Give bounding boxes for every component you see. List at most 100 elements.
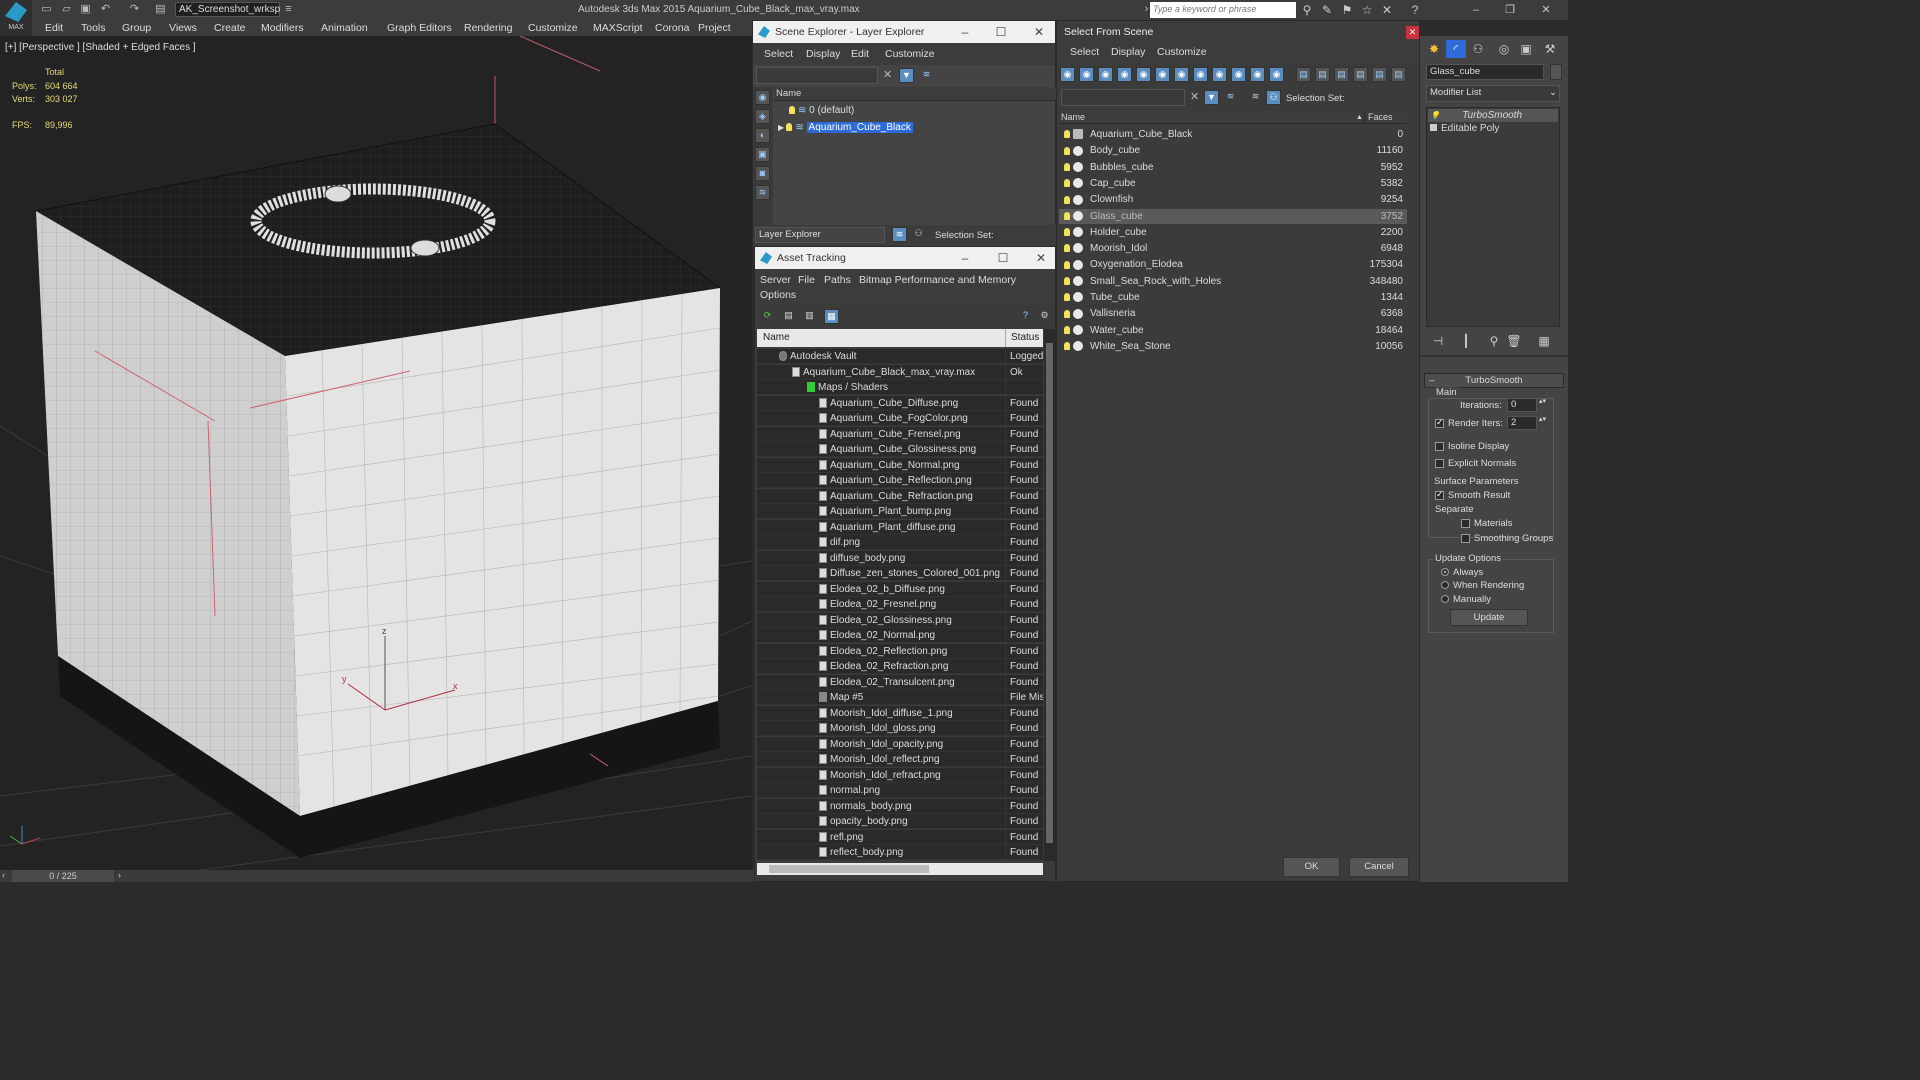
filter-select-all-icon[interactable]: ▤ <box>1296 67 1311 82</box>
filter-icon[interactable]: ▼ <box>899 68 914 83</box>
explorer-type-dropdown[interactable]: Layer Explorer <box>755 227 885 243</box>
search-input[interactable]: Type a keyword or phrase <box>1150 2 1296 18</box>
filter-containers-icon[interactable]: ◉ <box>1231 67 1246 82</box>
scene-explorer-titlebar[interactable]: Scene Explorer - Layer Explorer – ☐ ✕ <box>753 21 1055 43</box>
time-slider[interactable]: 0 / 225 <box>12 870 114 882</box>
perspective-viewport[interactable]: z x y [+] [Perspective ] [Shaded + Edged… <box>0 36 752 870</box>
asset-row[interactable]: refl.png Found <box>757 829 1043 845</box>
favorites-star-icon[interactable]: ☆ <box>1360 3 1374 17</box>
minimize-icon[interactable]: – <box>1462 2 1490 18</box>
lightbulb-icon[interactable] <box>786 123 793 132</box>
scene-object-row[interactable]: Moorish_Idol 6948 <box>1059 241 1407 256</box>
scene-object-row[interactable]: White_Sea_Stone 10056 <box>1059 339 1407 354</box>
asset-row[interactable]: diffuse_body.png Found <box>757 550 1043 566</box>
menu-modifiers[interactable]: Modifiers <box>261 22 304 34</box>
lightbulb-icon[interactable] <box>1064 211 1070 220</box>
lightbulb-icon[interactable] <box>1064 293 1070 302</box>
at-menu-server[interactable]: Server <box>760 274 791 286</box>
asset-row[interactable]: Aquarium_Cube_Frensel.png Found <box>757 426 1043 442</box>
remove-modifier-icon[interactable]: 🗑 <box>1504 332 1524 350</box>
filter-cameras-icon[interactable]: ◉ <box>1117 67 1132 82</box>
open-file-icon[interactable]: ▱ <box>60 3 73 16</box>
filter-geometry-icon[interactable]: ◉ <box>1060 67 1075 82</box>
scene-object-row[interactable]: Vallisneria 6368 <box>1059 306 1407 321</box>
asset-row[interactable]: Aquarium_Plant_bump.png Found <box>757 504 1043 519</box>
display-helpers-icon[interactable]: ◙ <box>755 166 770 181</box>
manually-radio[interactable] <box>1441 595 1449 604</box>
display-cameras-icon[interactable]: ▣ <box>755 147 770 162</box>
menu-graph-editors[interactable]: Graph Editors <box>387 22 452 34</box>
project-folder-icon[interactable]: ▤ <box>154 3 167 16</box>
display-geometry-icon[interactable]: ◉ <box>755 90 770 105</box>
filter-spacewarps-icon[interactable]: ◉ <box>1155 67 1170 82</box>
asset-row[interactable]: Aquarium_Cube_Black_max_vray.max Ok <box>757 364 1043 380</box>
stack-item-editable-poly[interactable]: Editable Poly <box>1428 122 1558 135</box>
scene-object-row[interactable]: Glass_cube 3752 <box>1059 208 1407 224</box>
list-view-icon[interactable]: ▤ <box>781 309 796 324</box>
sfs-menu-customize[interactable]: Customize <box>1157 46 1207 58</box>
asset-row[interactable]: Map #5 File Mis <box>757 690 1043 705</box>
smoothing-groups-checkbox[interactable] <box>1461 533 1470 543</box>
filter-collapse-icon[interactable]: ▤ <box>1391 67 1406 82</box>
redo-icon[interactable]: ↷ <box>128 3 141 16</box>
filter-hierarchy-icon[interactable]: ▤ <box>1372 67 1387 82</box>
lightbulb-icon[interactable] <box>1064 325 1070 334</box>
scene-object-row[interactable]: Cap_cube 5382 <box>1059 176 1407 191</box>
layer-mode-icon[interactable]: ≋ <box>892 227 907 242</box>
filter-helpers-icon[interactable]: ◉ <box>1136 67 1151 82</box>
asset-row[interactable]: Moorish_Idol_opacity.png Found <box>757 736 1043 752</box>
se-menu-select[interactable]: Select <box>764 48 793 60</box>
at-menu-file[interactable]: File <box>798 274 815 286</box>
scene-object-row[interactable]: Aquarium_Cube_Black 0 <box>1059 127 1407 142</box>
sfs-col-name[interactable]: Name <box>1061 111 1085 124</box>
menu-customize[interactable]: Customize <box>528 22 578 34</box>
sfs-titlebar[interactable]: Select From Scene ✕ <box>1057 21 1419 43</box>
save-icon[interactable]: ▣ <box>79 3 92 16</box>
modifier-list-dropdown[interactable]: Modifier List ⌄ <box>1426 85 1560 102</box>
sfs-menu-select[interactable]: Select <box>1070 46 1099 58</box>
at-menu-options[interactable]: Options <box>760 289 796 301</box>
asset-row[interactable]: Aquarium_Cube_Reflection.png Found <box>757 473 1043 488</box>
asset-row[interactable]: Aquarium_Cube_Normal.png Found <box>757 457 1043 473</box>
configure-sets-icon[interactable]: ▦ <box>1534 332 1554 350</box>
asset-row[interactable]: Elodea_02_Reflection.png Found <box>757 643 1043 659</box>
menu-edit[interactable]: Edit <box>45 22 63 34</box>
display-shapes-icon[interactable]: ◈ <box>755 109 770 124</box>
communication-icon[interactable]: ⚑ <box>1340 3 1354 17</box>
restore-icon[interactable]: ❐ <box>1496 2 1524 18</box>
at-col-name[interactable]: Name <box>763 329 790 347</box>
next-frame-icon[interactable]: › <box>118 870 121 880</box>
asset-row[interactable]: Aquarium_Cube_Diffuse.png Found <box>757 395 1043 411</box>
layer-row[interactable]: ≋ 0 (default) <box>774 103 1056 118</box>
filter-select-invert-icon[interactable]: ▤ <box>1334 67 1349 82</box>
asset-row[interactable]: opacity_body.png Found <box>757 814 1043 829</box>
at-vscrollbar[interactable] <box>1044 329 1055 861</box>
menu-rendering[interactable]: Rendering <box>464 22 512 34</box>
isoline-checkbox[interactable] <box>1435 441 1444 451</box>
asset-row[interactable]: Aquarium_Plant_diffuse.png Found <box>757 519 1043 535</box>
asset-row[interactable]: Moorish_Idol_gloss.png Found <box>757 721 1043 736</box>
layer-filter-icon[interactable]: ≋ <box>919 68 934 83</box>
lightbulb-icon[interactable] <box>1064 342 1070 351</box>
utilities-tab-icon[interactable]: ⚒ <box>1540 40 1560 58</box>
display-lights-icon[interactable]: ◐ <box>755 128 770 143</box>
menu-maxscript[interactable]: MAXScript <box>593 22 643 34</box>
lightbulb-icon[interactable] <box>1064 277 1070 286</box>
asset-row[interactable]: Aquarium_Cube_Glossiness.png Found <box>757 442 1043 457</box>
se-menu-customize[interactable]: Customize <box>885 48 935 60</box>
at-menu-paths[interactable]: Paths <box>824 274 851 286</box>
se-menu-edit[interactable]: Edit <box>851 48 869 60</box>
lightbulb-icon[interactable] <box>1064 260 1070 269</box>
close-icon[interactable]: ✕ <box>1027 247 1055 269</box>
pin-stack-icon[interactable]: ⊣ <box>1428 332 1448 350</box>
scene-object-row[interactable]: Holder_cube 2200 <box>1059 225 1407 240</box>
workspace-dropdown[interactable]: AK_Screenshot_wrksp <box>175 2 280 17</box>
filter-xrefs-icon[interactable]: ◉ <box>1193 67 1208 82</box>
menu-tools[interactable]: Tools <box>81 22 106 34</box>
close-icon[interactable]: ✕ <box>1406 26 1419 39</box>
sfs-menu-display[interactable]: Display <box>1111 46 1145 58</box>
smooth-result-checkbox[interactable] <box>1435 489 1444 500</box>
close-window-icon[interactable]: ✕ <box>1532 2 1560 18</box>
close-icon[interactable]: ✕ <box>1025 21 1053 43</box>
expand-arrow-icon[interactable]: ▶ <box>778 123 786 132</box>
